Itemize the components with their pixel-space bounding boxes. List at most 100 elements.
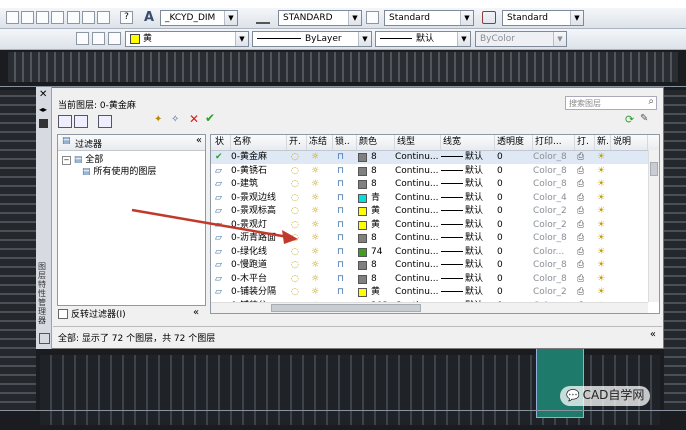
new-layer-icon[interactable]: ✦: [154, 114, 162, 125]
column-header[interactable]: 打.: [575, 135, 595, 150]
delete-layer-icon[interactable]: ✕: [189, 112, 199, 126]
layer-name[interactable]: 0-黄金麻: [231, 151, 267, 164]
lineweight-value[interactable]: 默认: [465, 259, 483, 272]
layer-row[interactable]: ▱ 0-沥青路面 ◌ ☼ ⊓ 8 Continu... 默认 0 Color_8 ⎙ ☀: [211, 232, 648, 245]
on-bulb-icon[interactable]: ◌: [291, 259, 299, 272]
lineweight-value[interactable]: 默认: [465, 219, 483, 232]
color-swatch-icon[interactable]: [358, 234, 367, 243]
transparency-value[interactable]: 0: [497, 246, 503, 259]
plot-printer-icon[interactable]: ⎙: [577, 192, 584, 205]
layer-row[interactable]: ▱ 0-建筑 ◌ ☼ ⊓ 8 Continu... 默认 0 Color_8 ⎙ ☀: [211, 178, 648, 191]
state-manager-icon[interactable]: [98, 115, 112, 128]
layer-name[interactable]: 0-绿化线: [231, 246, 267, 259]
layer-name[interactable]: 0-铺装分隔: [231, 286, 276, 299]
layer-row[interactable]: ▱ 0-景观边线 ◌ ☼ ⊓ 青 Continu... 默认 0 Color_4 ⎙ ☀: [211, 192, 648, 205]
linetype-value[interactable]: Continu...: [395, 165, 439, 178]
plot-style-value[interactable]: Color...: [533, 246, 564, 259]
layer-name[interactable]: 0-慢跑道: [231, 259, 267, 272]
on-bulb-icon[interactable]: ◌: [291, 246, 299, 259]
on-bulb-icon[interactable]: ◌: [291, 286, 299, 299]
color-swatch-icon[interactable]: [358, 193, 367, 203]
freeze-sun-icon[interactable]: ☼: [311, 151, 319, 164]
plot-printer-icon[interactable]: ⎙: [577, 232, 584, 245]
color-value[interactable]: 8: [371, 232, 377, 245]
layer-row[interactable]: ▱ 0-景观灯 ◌ ☼ ⊓ 黄 Continu... 默认 0 Color_2 ⎙ ☀: [211, 219, 648, 232]
transparency-value[interactable]: 0: [497, 178, 503, 191]
color-swatch-icon[interactable]: [358, 274, 367, 284]
invert-filter-checkbox[interactable]: [58, 309, 68, 319]
color-value[interactable]: 黄: [371, 286, 380, 299]
plot-style-value[interactable]: Color_8: [533, 259, 567, 272]
tool-icon-7[interactable]: [97, 11, 110, 24]
plot-printer-icon[interactable]: ⎙: [577, 246, 584, 259]
transparency-value[interactable]: 0: [497, 151, 503, 164]
close-icon[interactable]: ✕: [39, 89, 47, 100]
tool-icon-4[interactable]: [51, 11, 64, 24]
layer-tool-icon-3[interactable]: [108, 32, 121, 45]
linetype-value[interactable]: Continu...: [395, 273, 439, 286]
new-vp-freeze-icon[interactable]: ☀: [597, 205, 605, 218]
new-layer-frozen-icon[interactable]: ✧: [171, 114, 179, 125]
freeze-sun-icon[interactable]: ☼: [311, 246, 319, 259]
lock-icon[interactable]: ⊓: [337, 246, 344, 259]
color-swatch-icon[interactable]: [358, 288, 367, 297]
lock-icon[interactable]: ⊓: [337, 151, 344, 164]
layer-status-icon[interactable]: ▱: [215, 205, 222, 218]
column-header[interactable]: 名称: [231, 135, 287, 150]
lineweight-value[interactable]: 默认: [465, 205, 483, 218]
on-bulb-icon[interactable]: ◌: [291, 178, 299, 191]
linetype-value[interactable]: Continu...: [395, 178, 439, 191]
new-vp-freeze-icon[interactable]: ☀: [597, 259, 605, 272]
freeze-sun-icon[interactable]: ☼: [311, 273, 319, 286]
dimension-style-icon[interactable]: [366, 11, 379, 24]
color-swatch-icon[interactable]: [358, 180, 367, 189]
group-filter-icon[interactable]: [74, 115, 88, 128]
on-bulb-icon[interactable]: ◌: [291, 273, 299, 286]
color-value[interactable]: 8: [371, 273, 377, 286]
freeze-sun-icon[interactable]: ☼: [311, 205, 319, 218]
column-header[interactable]: 颜色: [357, 135, 395, 150]
linetype-value[interactable]: Continu...: [395, 286, 439, 299]
layer-name[interactable]: 0-建筑: [231, 178, 258, 191]
layer-row[interactable]: ▱ 0-黄锈石 ◌ ☼ ⊓ 8 Continu... 默认 0 Color_8 ⎙ ☀: [211, 165, 648, 178]
plot-printer-icon[interactable]: ⎙: [577, 151, 584, 164]
column-header[interactable]: 线型: [395, 135, 441, 150]
properties-icon[interactable]: [39, 119, 48, 128]
refresh-icon[interactable]: ⟳: [625, 113, 634, 126]
horizontal-scrollbar[interactable]: [211, 302, 648, 313]
help-icon[interactable]: ?: [120, 11, 133, 24]
transparency-value[interactable]: 0: [497, 192, 503, 205]
text-style-icon[interactable]: A: [144, 10, 154, 25]
search-box[interactable]: 搜索图层 ⌕: [565, 96, 657, 110]
lineweight-combo[interactable]: 默认 ▼: [375, 31, 471, 47]
plot-printer-icon[interactable]: ⎙: [577, 286, 584, 299]
layer-row[interactable]: ▱ 0-景观标高 ◌ ☼ ⊓ 黄 Continu... 默认 0 Color_2 ⎙ ☀: [211, 205, 648, 218]
on-bulb-icon[interactable]: ◌: [291, 192, 299, 205]
on-bulb-icon[interactable]: ◌: [291, 151, 299, 164]
freeze-sun-icon[interactable]: ☼: [311, 232, 319, 245]
freeze-sun-icon[interactable]: ☼: [311, 259, 319, 272]
column-header[interactable]: 开.: [287, 135, 307, 150]
layer-row[interactable]: ▱ 0-绿化线 ◌ ☼ ⊓ 74 Continu... 默认 0 Color... ⎙ ☀: [211, 246, 648, 259]
new-vp-freeze-icon[interactable]: ☀: [597, 286, 605, 299]
tool-icon-5[interactable]: [67, 11, 80, 24]
plot-style-value[interactable]: Color_8: [533, 151, 567, 164]
layer-name[interactable]: 0-景观标高: [231, 205, 276, 218]
tool-icon-1[interactable]: [6, 11, 19, 24]
layer-status-icon[interactable]: ▱: [215, 286, 222, 299]
color-value[interactable]: 青: [371, 192, 380, 205]
layer-status-icon[interactable]: ▱: [215, 219, 222, 232]
color-value[interactable]: 74: [371, 246, 382, 259]
lineweight-value[interactable]: 默认: [465, 246, 483, 259]
on-bulb-icon[interactable]: ◌: [291, 165, 299, 178]
lineweight-value[interactable]: 默认: [465, 165, 483, 178]
lock-icon[interactable]: ⊓: [337, 192, 344, 205]
column-header[interactable]: 打印...: [533, 135, 575, 150]
layer-name-combo[interactable]: _KCYD_DIM ▼: [160, 10, 238, 26]
lock-icon[interactable]: ⊓: [337, 165, 344, 178]
transparency-value[interactable]: 0: [497, 205, 503, 218]
new-vp-freeze-icon[interactable]: ☀: [597, 219, 605, 232]
lineweight-value[interactable]: 默认: [465, 273, 483, 286]
new-vp-freeze-icon[interactable]: ☀: [597, 151, 605, 164]
transparency-value[interactable]: 0: [497, 165, 503, 178]
